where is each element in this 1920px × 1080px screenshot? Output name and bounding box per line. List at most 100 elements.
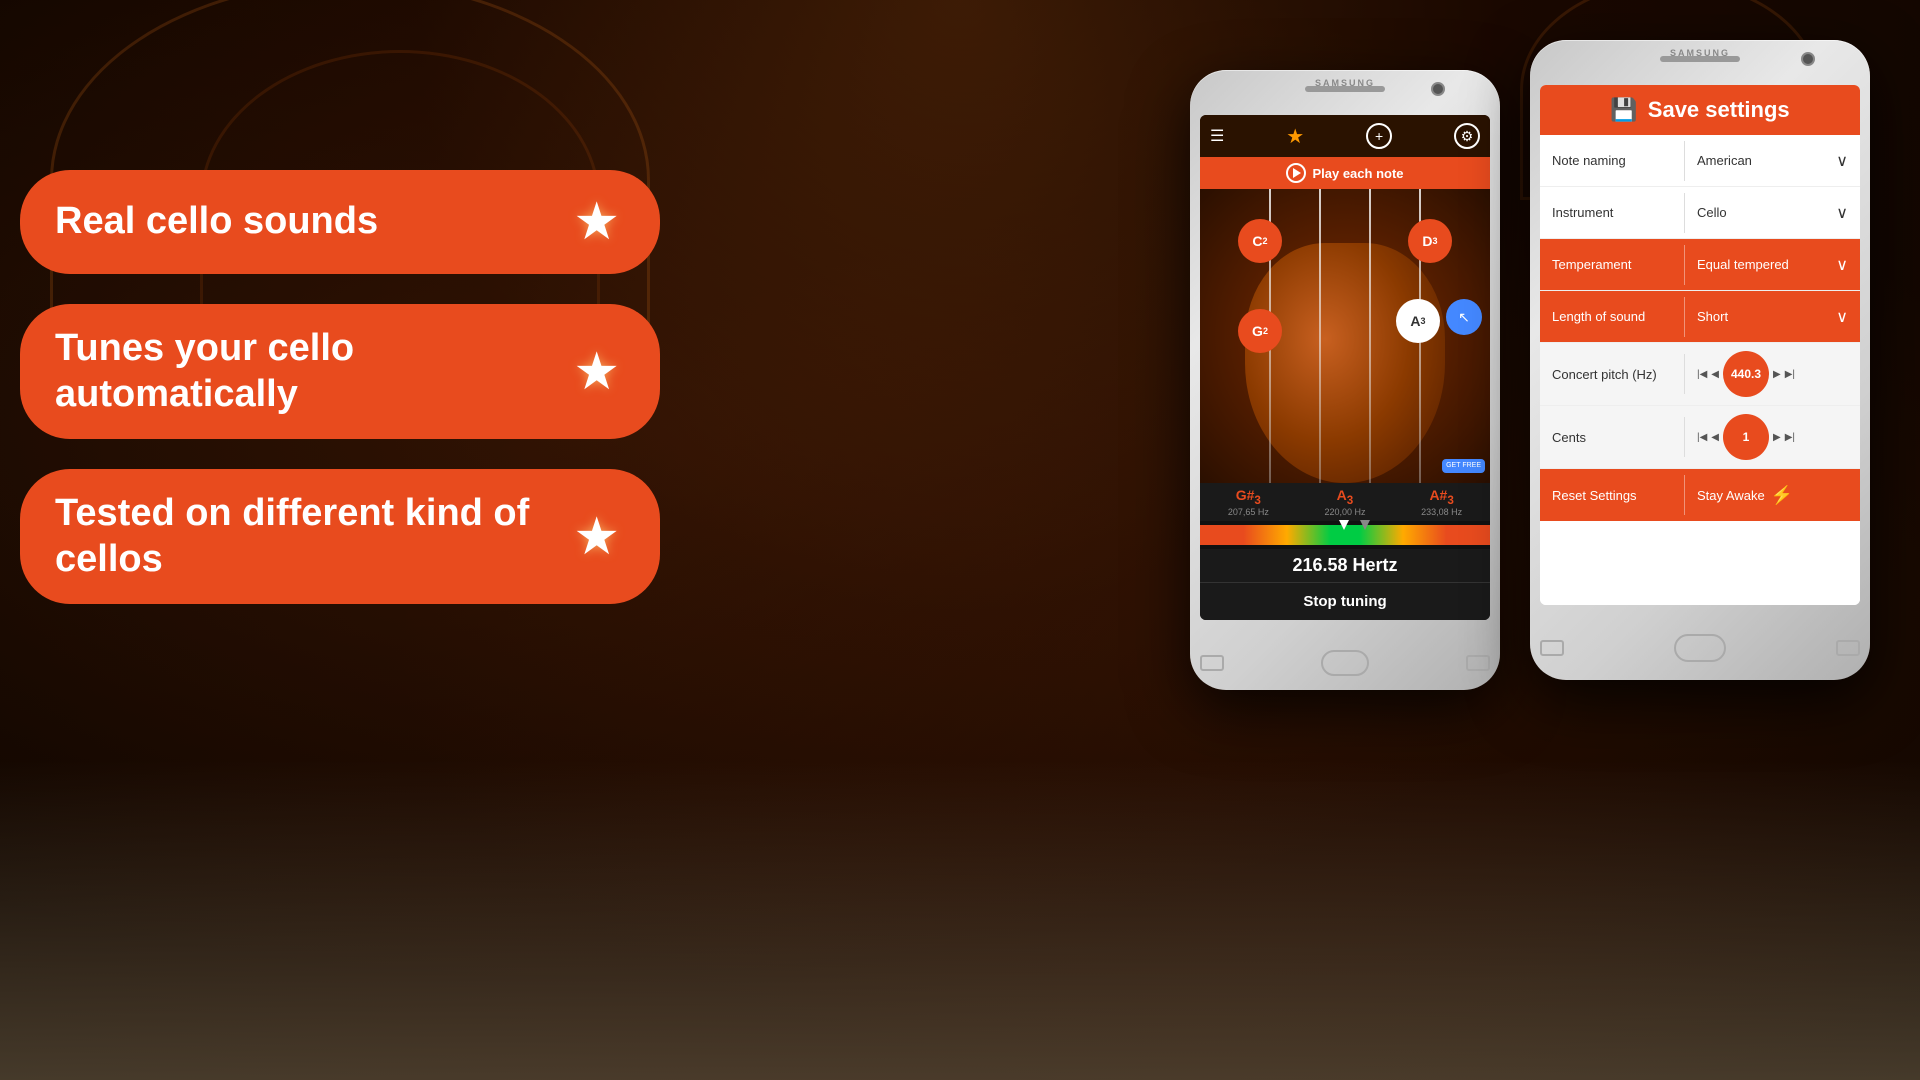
feature-text-3: Tested on different kind of cellos (55, 491, 553, 582)
cents-row: Cents |◀ ◀ 1 ▶ ▶| (1540, 406, 1860, 469)
concert-pitch-controls: |◀ ◀ 440.3 ▶ ▶| (1685, 343, 1860, 405)
concert-pitch-value: 440.3 (1723, 351, 1769, 397)
feature-star-2: ★ (573, 342, 620, 402)
instrument-text: Cello (1697, 205, 1727, 220)
tuning-meter (1200, 521, 1490, 549)
freq-a: A3 220,00 Hz (1324, 487, 1365, 517)
cents-next-btn[interactable]: ▶ (1773, 432, 1781, 443)
add-icon[interactable]: + (1366, 123, 1392, 149)
sheet-music-decoration (0, 760, 1920, 1080)
cents-first-btn[interactable]: |◀ (1697, 432, 1707, 443)
phone-tuner: SAMSUNG ☰ ★ + ⚙ (1190, 70, 1500, 690)
cents-label: Cents (1540, 422, 1684, 453)
length-of-sound-row: Length of sound Short ∨ (1540, 291, 1860, 343)
temperament-row: Temperament Equal tempered ∨ (1540, 239, 1860, 291)
meter-needle-1 (1339, 520, 1349, 530)
home-button[interactable] (1321, 650, 1369, 676)
note-naming-value[interactable]: American ∨ (1685, 143, 1860, 179)
pitch-last-btn[interactable]: ▶| (1785, 369, 1795, 380)
phone-2-screen: 💾 Save settings Note naming American ∨ (1540, 85, 1860, 605)
freq-note-name-3: A#3 (1421, 487, 1462, 507)
chevron-down-icon-3: ∨ (1836, 255, 1848, 275)
feature-item-3: Tested on different kind of cellos ★ (20, 469, 660, 604)
temperament-value[interactable]: Equal tempered ∨ (1685, 247, 1860, 283)
save-icon: 💾 (1610, 97, 1637, 123)
play-icon (1286, 163, 1306, 183)
length-label: Length of sound (1540, 301, 1684, 332)
length-value[interactable]: Short ∨ (1685, 299, 1860, 335)
freq-g-sharp: G#3 207,65 Hz (1228, 487, 1269, 517)
cents-prev-btn[interactable]: ◀ (1711, 432, 1719, 443)
recent-button[interactable] (1466, 655, 1490, 671)
cents-control-group: |◀ ◀ 1 ▶ ▶| (1697, 414, 1795, 460)
phone-settings: SAMSUNG 💾 Save settings Note naming (1530, 40, 1870, 680)
feature-star-3: ★ (573, 507, 620, 567)
phone-1-camera (1431, 82, 1445, 96)
feature-text-2: Tunes your cello automatically (55, 326, 553, 417)
pitch-prev-btn[interactable]: ◀ (1711, 369, 1719, 380)
play-triangle (1293, 168, 1301, 178)
note-c2[interactable]: C2 (1238, 219, 1282, 263)
chevron-down-icon-2: ∨ (1836, 203, 1848, 223)
note-g2[interactable]: G2 (1238, 309, 1282, 353)
settings-icon[interactable]: ⚙ (1454, 123, 1480, 149)
note-naming-text: American (1697, 153, 1752, 168)
get-free-badge[interactable]: GET FREE (1442, 459, 1485, 473)
recent-button-2[interactable] (1836, 640, 1860, 656)
pitch-first-btn[interactable]: |◀ (1697, 369, 1707, 380)
phone-2-body: SAMSUNG 💾 Save settings Note naming (1530, 40, 1870, 680)
freq-note-name-2: A3 (1324, 487, 1365, 507)
instrument-value[interactable]: Cello ∨ (1685, 195, 1860, 231)
phone-2-speaker (1660, 56, 1740, 62)
chevron-down-icon-1: ∨ (1836, 151, 1848, 171)
pitch-next-btn[interactable]: ▶ (1773, 369, 1781, 380)
temperament-label: Temperament (1540, 249, 1684, 280)
frequency-display: G#3 207,65 Hz A3 220,00 Hz A#3 233,08 Hz (1200, 483, 1490, 521)
pitch-control-group: |◀ ◀ 440.3 ▶ ▶| (1697, 351, 1795, 397)
phone-1-screen: ☰ ★ + ⚙ Play each note (1200, 115, 1490, 620)
settings-screen: 💾 Save settings Note naming American ∨ (1540, 85, 1860, 605)
string-3 (1369, 189, 1371, 483)
reset-settings-label[interactable]: Reset Settings (1540, 480, 1684, 511)
stay-awake-section[interactable]: Stay Awake ⚡ (1685, 477, 1860, 514)
reset-stay-awake-row: Reset Settings Stay Awake ⚡ (1540, 469, 1860, 521)
freq-note-name-1: G#3 (1228, 487, 1269, 507)
temperament-text: Equal tempered (1697, 257, 1789, 272)
play-each-note-bar[interactable]: Play each note (1200, 157, 1490, 189)
meter-scale (1200, 525, 1490, 545)
stay-awake-label: Stay Awake (1697, 488, 1765, 503)
feature-item-2: Tunes your cello automatically ★ (20, 304, 660, 439)
features-panel: Real cello sounds ★ Tunes your cello aut… (20, 170, 660, 604)
tuner-header: ☰ ★ + ⚙ (1200, 115, 1490, 157)
freq-note-hz-2: 220,00 Hz (1324, 507, 1365, 517)
concert-pitch-label: Concert pitch (Hz) (1540, 359, 1684, 390)
cents-last-btn[interactable]: ▶| (1785, 432, 1795, 443)
home-button-2[interactable] (1674, 634, 1726, 662)
phone-2-camera (1801, 52, 1815, 66)
freq-note-hz-1: 207,65 Hz (1228, 507, 1269, 517)
cents-controls: |◀ ◀ 1 ▶ ▶| (1685, 406, 1860, 468)
feature-star-1: ★ (573, 192, 620, 252)
hertz-display: 216.58 Hertz (1200, 549, 1490, 582)
freq-note-hz-3: 233,08 Hz (1421, 507, 1462, 517)
back-button-2[interactable] (1540, 640, 1564, 656)
menu-icon[interactable]: ☰ (1210, 126, 1224, 146)
tuner-screen: ☰ ★ + ⚙ Play each note (1200, 115, 1490, 620)
lightning-icon: ⚡ (1771, 485, 1793, 506)
note-a3[interactable]: A3 (1396, 299, 1440, 343)
settings-body: Note naming American ∨ Instrument (1540, 135, 1860, 605)
back-button[interactable] (1200, 655, 1224, 671)
stop-tuning-button[interactable]: Stop tuning (1200, 582, 1490, 620)
note-naming-label: Note naming (1540, 145, 1684, 176)
instrument-label: Instrument (1540, 197, 1684, 228)
feature-text-1: Real cello sounds (55, 199, 553, 245)
favorite-icon[interactable]: ★ (1286, 124, 1304, 149)
note-d3[interactable]: D3 (1408, 219, 1452, 263)
cents-value: 1 (1723, 414, 1769, 460)
meter-needle-2 (1360, 520, 1370, 530)
settings-header: 💾 Save settings (1540, 85, 1860, 135)
settings-title: Save settings (1648, 97, 1790, 123)
feature-item-1: Real cello sounds ★ (20, 170, 660, 274)
length-text: Short (1697, 309, 1728, 324)
cursor-icon: ↖ (1446, 299, 1482, 335)
